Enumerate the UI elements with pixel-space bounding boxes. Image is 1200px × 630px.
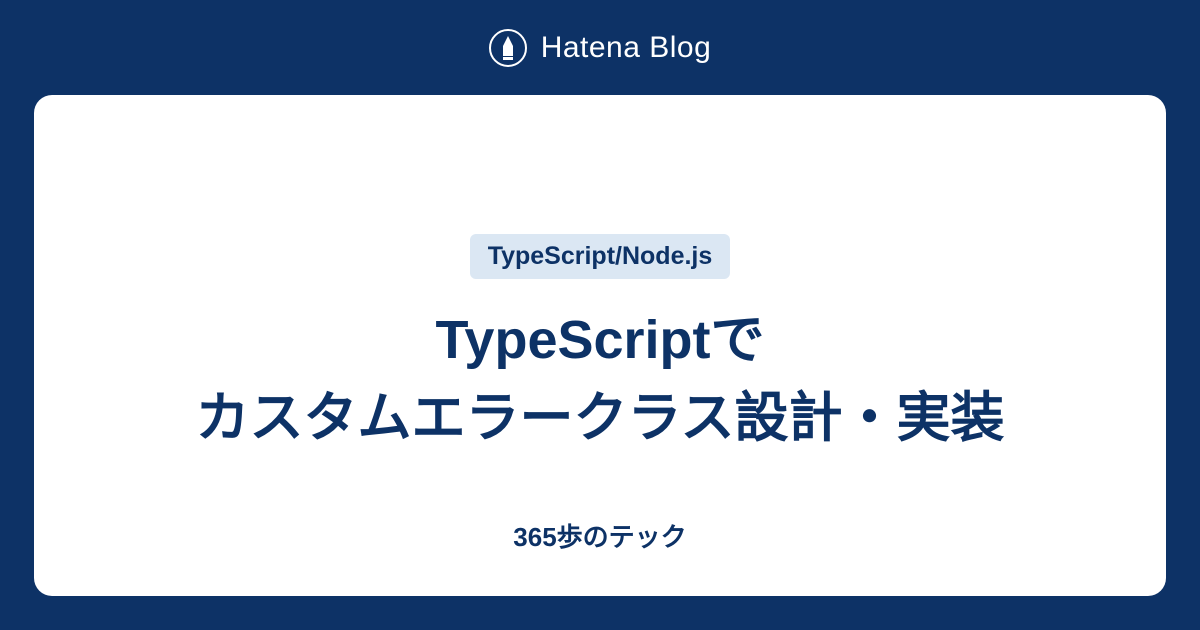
blog-name: 365歩のテック [513,517,686,554]
category-badge: TypeScript/Node.js [470,234,731,279]
article-title: TypeScriptで カスタムエラークラス設計・実装 [196,301,1005,458]
brand-name: Hatena Blog [541,31,712,65]
brand-header: Hatena Blog [0,0,1200,95]
title-line-1: TypeScriptで [196,301,1005,379]
hatena-pen-icon [489,29,527,67]
card-content: TypeScript/Node.js TypeScriptで カスタムエラークラ… [196,135,1005,556]
article-card: TypeScript/Node.js TypeScriptで カスタムエラークラ… [34,95,1166,596]
title-line-2: カスタムエラークラス設計・実装 [196,379,1005,457]
